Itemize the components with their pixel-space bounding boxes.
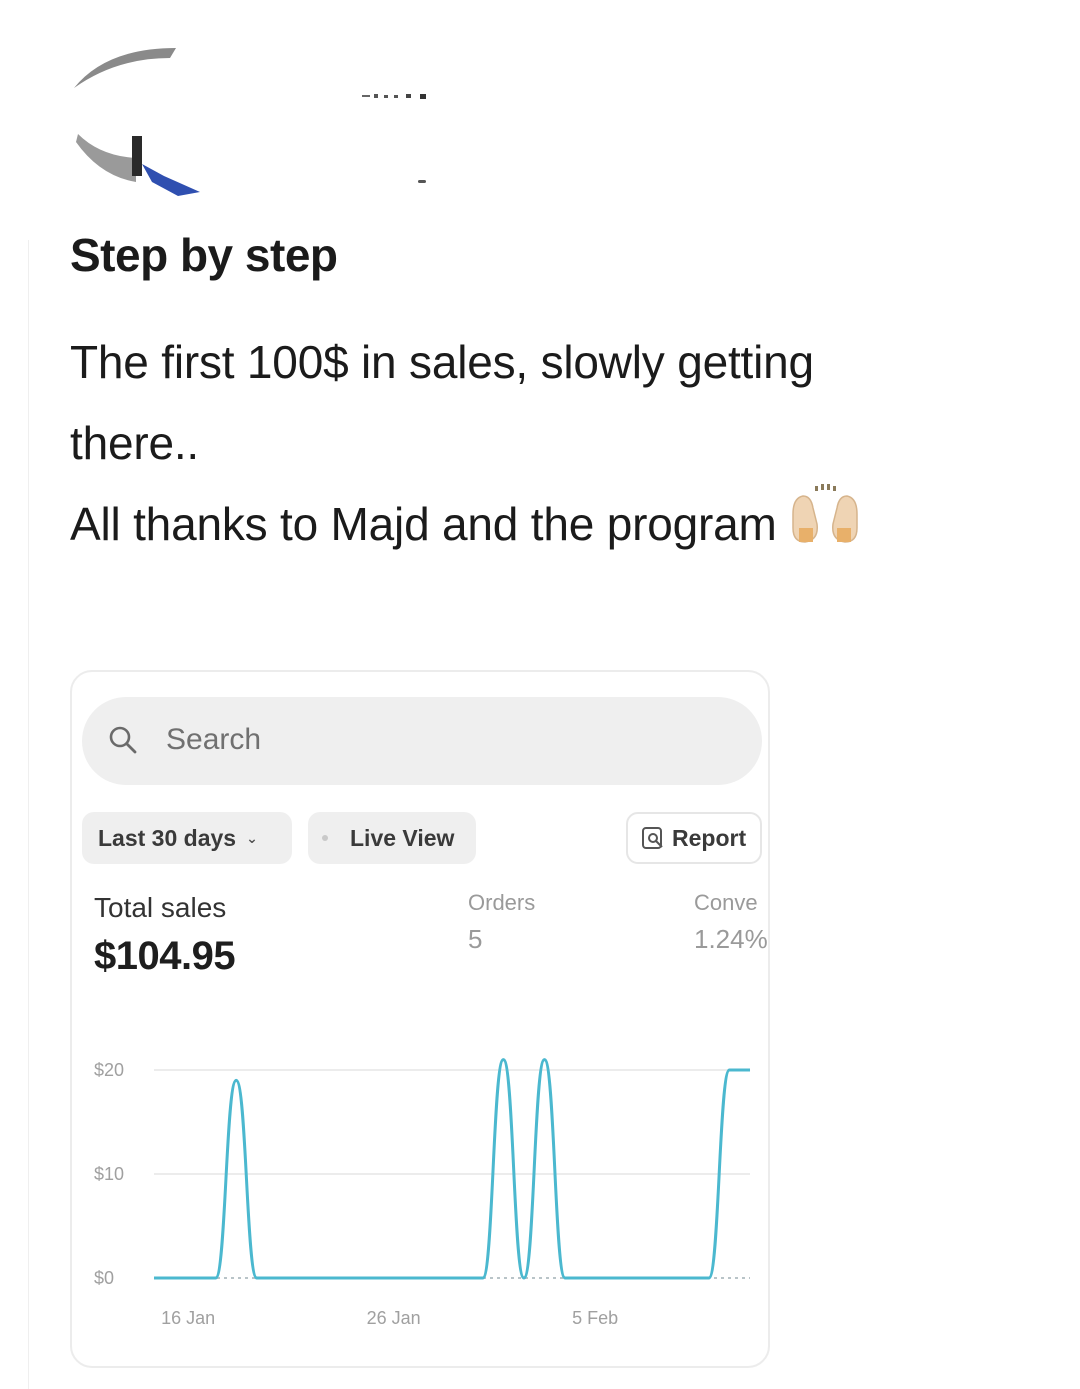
x-tick-label: 26 Jan: [367, 1308, 421, 1328]
post-body-line: All thanks to Majd and the program: [70, 484, 1030, 565]
author-name-redacted: [362, 94, 426, 99]
post-left-border: [28, 240, 29, 1389]
x-tick-label: 16 Jan: [161, 1308, 215, 1328]
y-tick-label: $0: [94, 1268, 114, 1288]
post-title: Step by step: [70, 229, 338, 281]
raising-hands-icon: [791, 484, 858, 543]
post-body-line: there..: [70, 417, 200, 469]
sales-line-chart: $0 $10 $20 16 Jan 26 Jan 5 Feb: [94, 1058, 751, 1328]
author-subtitle-redacted: [418, 180, 426, 183]
avatar: [74, 48, 200, 196]
y-tick-label: $10: [94, 1164, 124, 1184]
analytics-screenshot-card: Search Last 30 days ⌄ Live View Report T…: [70, 670, 770, 1368]
x-tick-label: 5 Feb: [572, 1308, 618, 1328]
y-tick-label: $20: [94, 1060, 124, 1080]
post-body: The first 100$ in sales, slowly getting …: [70, 322, 1030, 565]
sales-series-line: [154, 1058, 750, 1280]
post-body-line: The first 100$ in sales, slowly getting: [70, 336, 814, 388]
